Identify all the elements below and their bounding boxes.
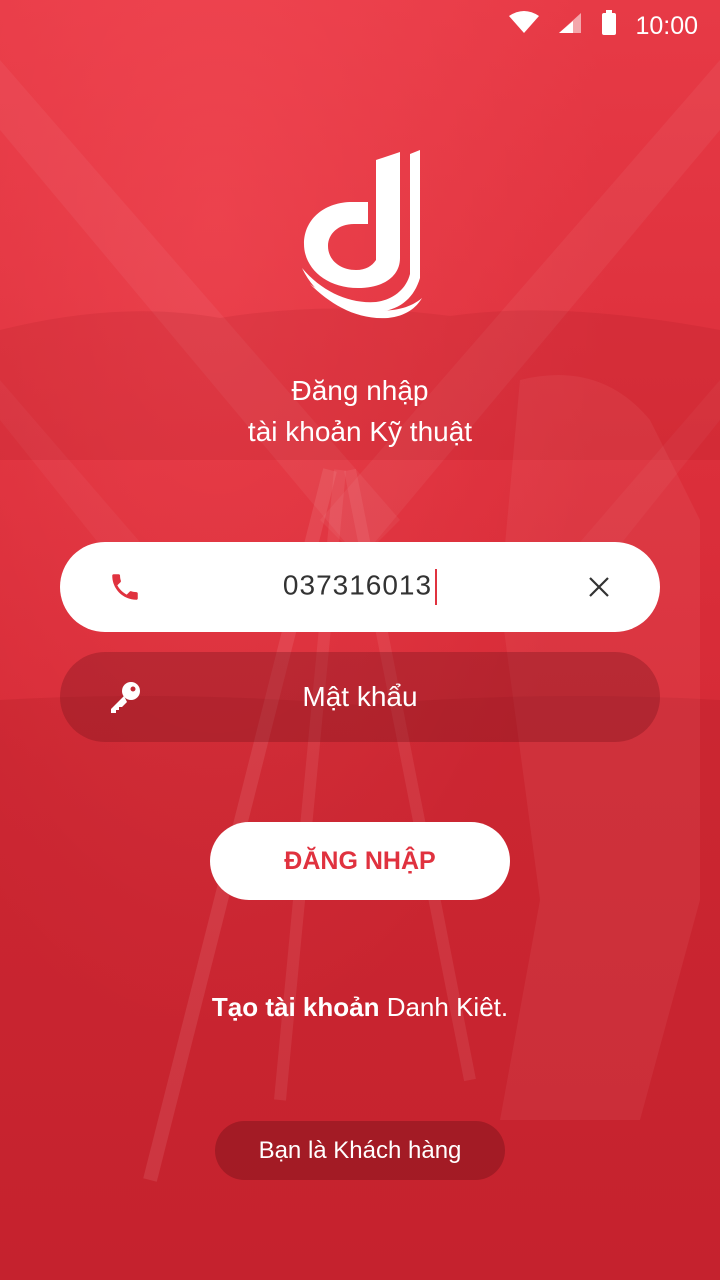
title-line-1: Đăng nhập (291, 375, 429, 406)
customer-button[interactable]: Bạn là Khách hàng (215, 1121, 505, 1180)
wifi-icon (509, 10, 540, 42)
login-button[interactable]: ĐĂNG NHẬP (210, 822, 510, 900)
close-icon[interactable] (586, 574, 612, 600)
create-account-rest: Danh Kiêt. (379, 992, 509, 1022)
signal-icon (557, 11, 583, 42)
status-bar: 10:00 (0, 0, 720, 52)
page-title: Đăng nhập tài khoản Kỹ thuật (0, 370, 720, 452)
text-caret (435, 569, 438, 605)
status-time: 10:00 (635, 11, 698, 40)
battery-icon (601, 9, 617, 43)
phone-field[interactable]: 037316013 (60, 542, 660, 632)
phone-input[interactable]: 037316013 (60, 569, 660, 605)
title-line-2: tài khoản Kỹ thuật (247, 416, 473, 447)
password-field[interactable]: Mật khẩu (60, 652, 660, 742)
create-account-bold: Tạo tài khoản (211, 992, 380, 1022)
password-input[interactable]: Mật khẩu (60, 681, 660, 713)
create-account-link[interactable]: Tạo tài khoản Danh Kiêt. (0, 992, 720, 1023)
app-logo (296, 148, 424, 324)
